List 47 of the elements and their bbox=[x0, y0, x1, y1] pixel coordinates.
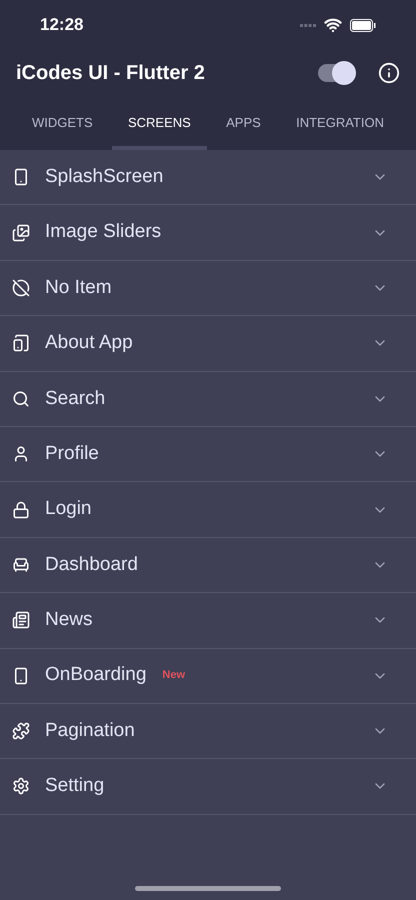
phone-icon bbox=[12, 666, 30, 685]
settings-icon bbox=[12, 777, 30, 796]
theme-switch[interactable] bbox=[318, 64, 354, 82]
menu-item[interactable]: No Item bbox=[0, 260, 416, 316]
menu-item-label: Image Sliders bbox=[45, 220, 162, 244]
news-icon bbox=[12, 611, 30, 630]
menu-item-label: Pagination bbox=[45, 718, 135, 743]
menu-item-label: Dashboard bbox=[45, 552, 138, 577]
menu-item[interactable]: Search bbox=[0, 372, 416, 427]
menu-item[interactable]: Dashboard bbox=[0, 538, 416, 594]
menu-item-label: SplashScreen bbox=[45, 164, 164, 189]
menu-item[interactable]: SplashScreen bbox=[0, 150, 416, 206]
tab[interactable]: WIDGETS bbox=[16, 100, 109, 150]
battery-icon bbox=[350, 18, 376, 32]
new-label: New bbox=[162, 668, 186, 684]
tab[interactable]: SCREENS bbox=[112, 100, 207, 150]
images-icon bbox=[12, 224, 30, 242]
menu-item-label: Setting bbox=[45, 774, 104, 798]
search-icon bbox=[12, 390, 30, 408]
lock-icon bbox=[12, 500, 30, 519]
puzzle-icon bbox=[12, 722, 30, 740]
menu-item-label: Search bbox=[45, 386, 106, 410]
signal-icon bbox=[300, 24, 316, 26]
app-title: iCodes UI - Flutter 2 bbox=[16, 61, 205, 86]
menu-item-label: OnBoarding bbox=[45, 663, 146, 688]
menu-item[interactable]: Pagination bbox=[0, 704, 416, 760]
status-time: 12:28 bbox=[40, 14, 84, 36]
menu-item-label: Login bbox=[45, 497, 92, 522]
wifi-icon bbox=[324, 16, 342, 34]
menu-item[interactable]: Profile bbox=[0, 426, 416, 482]
menu-item[interactable]: News bbox=[0, 593, 416, 649]
menu-item[interactable]: Image Sliders bbox=[0, 205, 416, 261]
menu-item-label: Profile bbox=[45, 442, 99, 466]
menu-item[interactable]: Setting bbox=[0, 759, 416, 815]
menu-item-label: News bbox=[45, 608, 93, 632]
tab[interactable]: APPS bbox=[210, 100, 277, 150]
crossed-circle-icon bbox=[12, 278, 30, 297]
menu-item[interactable]: About App bbox=[0, 316, 416, 372]
menu-item[interactable]: OnBoarding New bbox=[0, 648, 416, 704]
tab[interactable]: INTEGRATION bbox=[280, 100, 400, 150]
menu-item-label: About App bbox=[45, 331, 133, 356]
person-icon bbox=[12, 445, 30, 464]
menu-item[interactable]: Login bbox=[0, 482, 416, 538]
phone-icon bbox=[12, 168, 30, 186]
info-icon[interactable] bbox=[378, 62, 400, 84]
menu-item-label: No Item bbox=[45, 276, 112, 300]
chair-icon bbox=[12, 556, 30, 574]
